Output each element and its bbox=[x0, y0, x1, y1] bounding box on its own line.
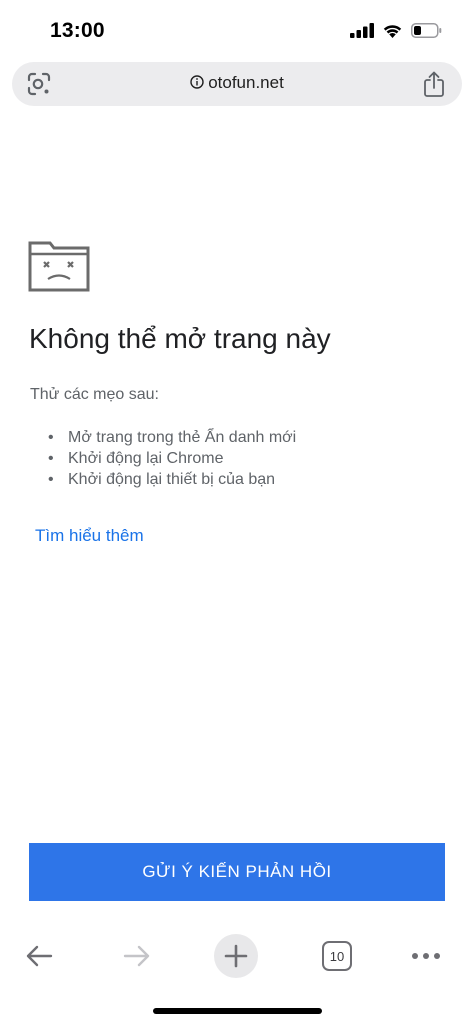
status-bar: 13:00 bbox=[0, 0, 474, 56]
tabs-icon[interactable]: 10 bbox=[322, 941, 352, 971]
new-tab-button[interactable] bbox=[214, 934, 258, 978]
bullet-icon: • bbox=[48, 471, 54, 488]
status-icons bbox=[350, 23, 442, 38]
forward-arrow-icon[interactable] bbox=[122, 944, 152, 968]
battery-icon bbox=[411, 23, 442, 38]
forward-button[interactable] bbox=[114, 933, 160, 979]
tips-list: • Mở trang trong thẻ Ẩn danh mới • Khởi độ… bbox=[48, 427, 296, 490]
learn-more-link[interactable]: Tìm hiểu thêm bbox=[35, 526, 144, 546]
back-arrow-icon[interactable] bbox=[24, 944, 54, 968]
address-bar[interactable]: otofun.net bbox=[12, 62, 462, 106]
wifi-icon bbox=[383, 25, 402, 38]
list-item: • Mở trang trong thẻ Ẩn danh mới bbox=[48, 427, 296, 448]
more-dots-icon[interactable] bbox=[411, 952, 441, 960]
bullet-icon: • bbox=[48, 450, 54, 467]
list-item: • Khởi động lại Chrome bbox=[48, 448, 296, 469]
tab-count: 10 bbox=[329, 948, 345, 964]
share-icon[interactable] bbox=[422, 70, 446, 98]
bullet-icon: • bbox=[48, 429, 54, 446]
back-button[interactable] bbox=[16, 933, 62, 979]
tip-text: Mở trang trong thẻ Ẩn danh mới bbox=[68, 429, 297, 446]
tips-intro: Thử các mẹo sau: bbox=[30, 386, 159, 403]
error-title: Không thể mở trang này bbox=[29, 323, 331, 354]
bottom-toolbar: 10 bbox=[0, 925, 474, 987]
tab-switcher-button[interactable]: 10 bbox=[316, 933, 358, 979]
sad-folder-icon bbox=[28, 241, 90, 292]
plus-icon[interactable] bbox=[224, 944, 248, 968]
info-icon[interactable] bbox=[190, 75, 204, 89]
more-menu-button[interactable] bbox=[404, 933, 448, 979]
url-text[interactable]: otofun.net bbox=[208, 73, 284, 92]
list-item: • Khởi động lại thiết bị của bạn bbox=[48, 469, 296, 490]
send-feedback-button[interactable]: GỬI Ý KIẾN PHẢN HỒI bbox=[29, 843, 445, 901]
url-display[interactable]: otofun.net bbox=[12, 73, 462, 93]
home-indicator[interactable] bbox=[153, 1008, 322, 1014]
cellular-signal-icon bbox=[350, 23, 374, 38]
tip-text: Khởi động lại thiết bị của bạn bbox=[68, 471, 276, 488]
status-time: 13:00 bbox=[50, 19, 105, 42]
tip-text: Khởi động lại Chrome bbox=[68, 450, 224, 467]
